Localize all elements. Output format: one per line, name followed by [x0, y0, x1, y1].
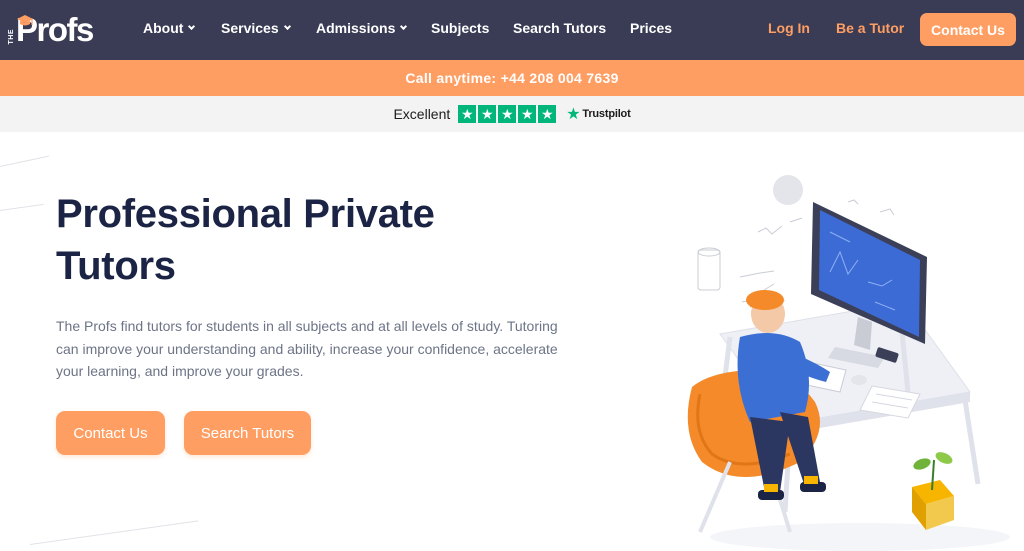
nav-prices[interactable]: Prices	[630, 20, 672, 36]
chevron-down-icon	[400, 22, 408, 31]
profs-logo[interactable]: THE Profs	[8, 8, 94, 48]
nav-admissions-label: Admissions	[316, 20, 396, 36]
trustpilot-logo: ★ Trustpilot	[566, 104, 630, 124]
nav-about[interactable]: About	[143, 20, 196, 36]
call-banner[interactable]: Call anytime: +44 208 004 7639	[0, 60, 1024, 96]
hero-section: Professional Private Tutors The Profs fi…	[0, 132, 1024, 551]
search-tutors-button[interactable]: Search Tutors	[184, 411, 311, 455]
be-a-tutor-link[interactable]: Be a Tutor	[836, 20, 904, 36]
nav-subjects[interactable]: Subjects	[431, 20, 489, 36]
chevron-down-icon	[283, 22, 291, 31]
star-icon: ★	[518, 105, 537, 123]
call-banner-text: Call anytime: +44 208 004 7639	[405, 70, 619, 86]
hero-title: Professional Private Tutors	[56, 192, 435, 288]
hero-description: The Profs find tutors for students in al…	[56, 318, 558, 379]
nav-contact-button[interactable]: Contact Us	[920, 13, 1016, 46]
trustpilot-star-icon: ★	[566, 106, 581, 123]
nav-services-label: Services	[221, 20, 279, 36]
nav-about-label: About	[143, 20, 184, 36]
trustpilot-rating-word: Excellent	[393, 106, 451, 122]
chevron-down-icon	[188, 22, 196, 31]
nav-search-tutors[interactable]: Search Tutors	[513, 20, 606, 36]
nav-admissions[interactable]: Admissions	[316, 20, 408, 36]
star-icon: ★	[498, 105, 517, 123]
decorative-line	[0, 203, 44, 211]
login-link[interactable]: Log In	[768, 20, 810, 36]
decorative-line	[29, 520, 199, 545]
trustpilot-stars: ★ ★ ★ ★ ★	[458, 105, 557, 123]
nav-search-tutors-label: Search Tutors	[513, 20, 607, 36]
student-at-desk-illustration	[687, 175, 1010, 551]
trustpilot-brand: Trustpilot	[582, 108, 631, 120]
trustpilot-widget[interactable]: Excellent ★ ★ ★ ★ ★ ★ Trustpilot	[0, 96, 1024, 132]
nav-services[interactable]: Services	[221, 20, 291, 36]
decorative-line	[0, 155, 50, 167]
contact-us-button[interactable]: Contact Us	[56, 411, 165, 455]
graduation-cap-icon	[17, 15, 33, 26]
nav-subjects-label: Subjects	[431, 20, 490, 36]
star-icon: ★	[458, 105, 477, 123]
star-icon: ★	[478, 105, 497, 123]
logo-prefix: THE	[8, 28, 15, 45]
star-icon: ★	[538, 105, 557, 123]
nav-prices-label: Prices	[630, 20, 673, 36]
top-navigation: THE Profs About Services Admissions Subj…	[0, 0, 1024, 60]
